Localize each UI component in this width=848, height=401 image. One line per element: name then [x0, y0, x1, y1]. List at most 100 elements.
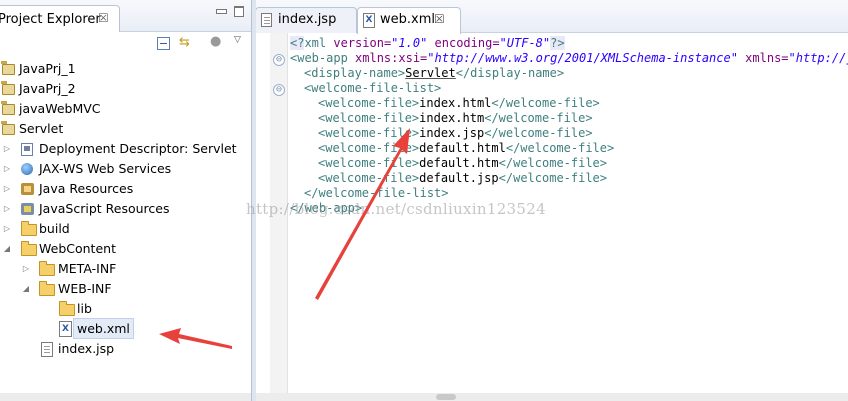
folder-icon — [59, 301, 75, 316]
tree-item-label: Deployment Descriptor: Servlet — [39, 141, 237, 156]
tree-item-label: Java Resources — [39, 181, 134, 196]
xml-tag: </display-name> — [455, 66, 565, 80]
xml-tag: <welcome-file> — [318, 141, 420, 155]
xml-tag: <welcome-file> — [318, 96, 420, 110]
tree-item-label: WEB-INF — [58, 281, 112, 296]
fold-icon[interactable]: ⊖ — [273, 54, 285, 66]
close-icon[interactable]: ☒ — [98, 11, 109, 25]
xml-pi-open: <? — [290, 36, 305, 50]
xml-text: default.html — [419, 141, 506, 155]
xml-attr: encoding= — [427, 36, 500, 50]
close-icon[interactable]: ☒ — [434, 12, 445, 26]
xml-value: "http://java.sun.com/xml/ns/javaee" — [788, 51, 848, 65]
xml-text: default.jsp — [419, 171, 499, 185]
xml-file-icon: X — [363, 13, 375, 28]
tab-index-jsp[interactable]: index.jsp — [256, 7, 357, 33]
filter-icon[interactable]: ● — [210, 34, 221, 49]
tree-item-label: Servlet — [19, 121, 64, 136]
collapse-all-icon[interactable] — [157, 37, 170, 50]
xml-tag: </welcome-file> — [505, 141, 615, 155]
expand-icon[interactable]: ▷ — [2, 139, 12, 158]
xml-value: "http://www.w3.org/2001/XMLSchema-instan… — [427, 51, 738, 65]
code-line: <display-name>Servlet</display-name> — [304, 66, 564, 81]
tree-item-label: JavaPrj_2 — [19, 81, 76, 96]
project-icon — [1, 101, 15, 115]
tree-item-label: WebContent — [39, 241, 116, 256]
xml-tag: <welcome-file> — [318, 111, 420, 125]
project-icon — [1, 121, 15, 135]
code-line: <?xml version="1.0" encoding="UTF-8"?> — [290, 36, 565, 51]
tab-project-explorer-label: Project Explorer — [0, 12, 101, 27]
project-explorer-view: Project Explorer ☒ ⇆ ● ▽ JavaPrj_1 JavaP… — [0, 0, 251, 401]
xml-file-icon: X — [59, 321, 72, 337]
expand-icon[interactable]: ▷ — [2, 159, 12, 178]
xml-value: "1.0" — [391, 36, 428, 50]
code-line: <welcome-file>default.html</welcome-file… — [318, 141, 614, 156]
xml-tag: </welcome-file> — [498, 156, 608, 170]
xml-tag: <welcome-file> — [318, 171, 420, 185]
folder-icon — [21, 241, 37, 256]
tree-item-label: JAX-WS Web Services — [39, 161, 172, 176]
xml-text: default.htm — [419, 156, 499, 170]
horizontal-scrollbar[interactable] — [256, 393, 848, 401]
xml-attr: version= — [326, 36, 392, 50]
expand-icon[interactable]: ▷ — [2, 219, 12, 238]
fold-icon[interactable]: ⊖ — [273, 84, 285, 96]
explorer-tab-bar: Project Explorer ☒ — [0, 0, 251, 32]
tree-item-label: javaWebMVC — [19, 101, 101, 116]
xml-tag: <welcome-file-list> — [304, 81, 442, 95]
collapse-icon[interactable]: ◢ — [21, 279, 31, 298]
folder-icon — [21, 221, 37, 236]
folder-icon — [39, 261, 55, 276]
javascript-resources-icon — [21, 203, 34, 215]
code-line: <welcome-file>index.html</welcome-file> — [318, 96, 600, 111]
code-line: <welcome-file>default.jsp</welcome-file> — [318, 171, 607, 186]
xml-value: "UTF-8" — [499, 36, 551, 50]
tab-web-xml[interactable]: X web.xml ☒ — [357, 7, 461, 34]
code-line: <welcome-file-list> — [304, 81, 441, 96]
xml-text: index.jsp — [419, 126, 485, 140]
jsp-file-icon — [261, 13, 272, 27]
tree-item-label: META-INF — [58, 261, 117, 276]
xml-text: index.htm — [419, 111, 485, 125]
code-line: </welcome-file-list> — [304, 186, 449, 201]
xml-tag: </welcome-file> — [491, 96, 600, 110]
collapse-icon[interactable]: ◢ — [2, 239, 12, 258]
xml-text: index.html — [419, 96, 492, 110]
xml-tag: <welcome-file> — [318, 126, 420, 140]
xml-tag: <welcome-file> — [318, 156, 420, 170]
tree-item-label: JavaScript Resources — [39, 201, 170, 216]
view-menu-icon[interactable]: ▽ — [234, 35, 241, 45]
tab-label: index.jsp — [278, 12, 337, 27]
editor-tab-bar: index.jsp X web.xml ☒ — [256, 0, 848, 34]
tree-item-label: build — [39, 221, 70, 236]
xml-tag: </welcome-file-list> — [304, 186, 449, 200]
xml-tag: </welcome-file> — [484, 126, 593, 140]
xml-attr: xmlns:xsi= — [347, 51, 428, 65]
xml-pi-name: xml — [304, 36, 327, 50]
project-icon — [1, 81, 15, 95]
maximize-icon[interactable] — [234, 6, 244, 17]
xml-pi-close: ?> — [550, 36, 565, 50]
minimize-icon[interactable] — [216, 9, 227, 14]
code-line: <welcome-file>index.jsp</welcome-file> — [318, 126, 593, 141]
web-services-icon — [21, 163, 33, 175]
expand-icon[interactable]: ▷ — [2, 199, 12, 218]
expand-icon[interactable]: ▷ — [21, 259, 31, 278]
scrollbar-thumb[interactable] — [436, 394, 456, 400]
horizontal-scrollbar[interactable] — [0, 393, 251, 401]
tab-project-explorer[interactable]: Project Explorer ☒ — [0, 5, 120, 32]
code-line: <welcome-file>default.htm</welcome-file> — [318, 156, 607, 171]
jsp-file-icon — [41, 342, 53, 357]
code-line: <welcome-file>index.htm</welcome-file> — [318, 111, 593, 126]
tree-item-label: index.jsp — [58, 341, 115, 356]
link-with-editor-icon[interactable]: ⇆ — [179, 35, 190, 50]
xml-tag: </welcome-file> — [498, 171, 608, 185]
xml-tag: <display-name> — [304, 66, 406, 80]
xml-attr: xmlns= — [737, 51, 789, 65]
tree-item-label: lib — [77, 301, 92, 316]
expand-icon[interactable]: ▷ — [2, 179, 12, 198]
tree-item-label: JavaPrj_1 — [19, 61, 76, 76]
tab-label: web.xml — [380, 12, 435, 27]
watermark-text: http://blog.csdn.net/csdnliuxin123524 — [246, 200, 546, 218]
